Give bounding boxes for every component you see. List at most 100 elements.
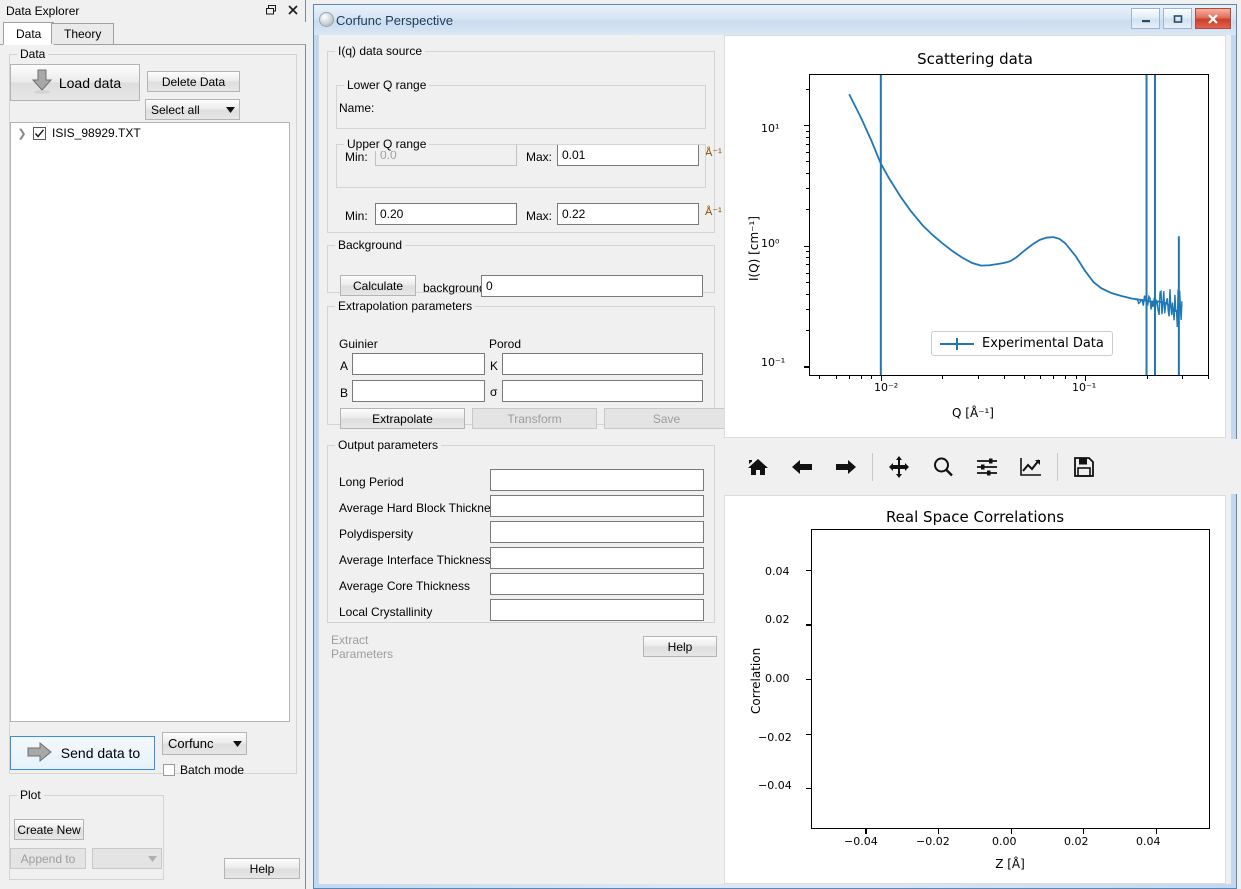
avg-core-thickness-label: Average Core Thickness [339,579,470,593]
y-tick-label: 10⁻¹ [761,356,785,369]
errorbar-marker-icon [940,338,974,350]
file-checkbox[interactable] [33,127,46,140]
upper-q-max-input[interactable]: 0.22 [557,203,699,225]
perspective-combo[interactable]: Corfunc [162,732,247,755]
axis-tick [978,376,979,379]
polydispersity-label: Polydispersity [339,527,413,541]
x-tick-label: 0.04 [1136,835,1161,848]
axis-tick [1156,829,1157,834]
list-item[interactable]: ❯ ISIS_98929.TXT [11,123,289,143]
axis-tick [849,376,850,379]
zoom-magnifier-icon[interactable] [921,447,965,487]
axis-tick [819,376,820,379]
axis-tick [1004,376,1005,379]
upper-q-range-label: Upper Q range [344,137,429,151]
upper-q-min-label: Min: [345,209,368,223]
axis-tick [1085,376,1086,381]
iq-data-source-label: I(q) data source [335,44,425,58]
axis-tick [806,570,811,571]
data-explorer-titlebar: Data Explorer [0,0,305,23]
create-new-button[interactable]: Create New [14,819,84,840]
real-space-correlations-plot[interactable]: Real Space Correlations 0.04 0.02 0.00 −… [724,495,1226,884]
upper-q-min-input[interactable]: 0.20 [375,203,517,225]
save-floppy-icon[interactable] [1062,447,1106,487]
y-tick-label: 10¹ [761,122,779,135]
tab-data[interactable]: Data [3,22,54,45]
axis-tick [1040,376,1041,379]
chevron-down-icon [143,856,161,862]
polydispersity-input[interactable] [490,521,704,543]
batch-mode-row[interactable]: Batch mode [163,763,244,777]
axis-tick [1011,829,1012,834]
guinier-b-label: B [340,386,348,400]
restore-icon[interactable] [264,3,278,17]
back-arrow-icon[interactable] [780,447,824,487]
y-tick-label: 0.00 [765,672,790,685]
matplotlib-toolbar [724,439,1238,494]
corfunc-form-column: I(q) data source Name: Lower Q range Min… [319,35,723,884]
porod-sigma-input[interactable] [502,380,703,402]
data-file-tree[interactable]: ❯ ISIS_98929.TXT [10,122,290,722]
angstrom-inverse-unit: Å⁻¹ [705,146,722,159]
axis-tick [871,376,872,379]
axis-tick [1076,376,1077,379]
data-explorer-help-button[interactable]: Help [224,858,300,879]
toolbar-separator [872,453,873,481]
forward-arrow-icon[interactable] [824,447,868,487]
long-period-label: Long Period [339,475,404,489]
x-tick-label: 10⁻² [874,381,898,394]
porod-k-input[interactable] [502,353,703,375]
edit-curve-icon[interactable] [1009,447,1053,487]
maximize-icon[interactable] [1163,8,1192,29]
x-tick-label: 0.00 [992,835,1017,848]
close-icon[interactable] [286,3,300,17]
home-icon[interactable] [736,447,780,487]
y-tick-label: 10⁰ [761,237,779,250]
tab-theory[interactable]: Theory [51,23,114,44]
background-input[interactable]: 0 [481,275,703,297]
corfunc-titlebar[interactable]: Corfunc Perspective [314,5,1236,35]
axis-tick [942,376,943,379]
local-crystallinity-input[interactable] [490,599,704,621]
porod-label: Porod [489,337,521,351]
data-explorer-title: Data Explorer [6,4,79,18]
load-data-label: Load data [59,75,121,91]
long-period-input[interactable] [490,469,704,491]
avg-hard-block-thickness-input[interactable] [490,495,704,517]
load-data-button[interactable]: Load data [10,64,140,101]
scattering-data-plot[interactable]: Scattering data 10¹ 10⁰ 10⁻¹ 10⁻² 10⁻¹ Q… [724,35,1226,438]
avg-core-thickness-input[interactable] [490,573,704,595]
configure-subplots-icon[interactable] [965,447,1009,487]
avg-hard-block-thickness-label: Average Hard Block Thickness [339,501,503,515]
extrapolate-button[interactable]: Extrapolate [340,408,465,429]
send-data-to-label: Send data to [61,745,140,761]
axis-tick [938,829,939,834]
guinier-b-input[interactable] [352,380,485,402]
minimize-icon[interactable] [1131,8,1160,29]
x-tick-label: −0.04 [844,835,878,848]
porod-sigma-label: σ [490,385,497,399]
calculate-button[interactable]: Calculate [340,275,416,296]
axis-tick [806,144,809,145]
select-all-combo[interactable]: Select all [145,99,240,120]
axis-tick [806,282,809,283]
delete-data-button[interactable]: Delete Data [147,71,240,92]
background-label: background [423,281,486,295]
corfunc-help-button[interactable]: Help [643,636,717,657]
close-icon[interactable] [1195,8,1231,29]
axis-tick [861,376,862,379]
axis-tick [806,89,809,90]
toolbar-separator [1057,453,1058,481]
lower-q-range-group: Lower Q range [336,85,706,129]
chevron-right-icon[interactable]: ❯ [17,127,27,140]
axis-tick [806,137,809,138]
pan-move-icon[interactable] [877,447,921,487]
send-data-to-button[interactable]: Send data to [10,736,155,770]
axis-tick [1147,376,1148,379]
batch-mode-checkbox[interactable] [163,764,175,776]
data-explorer-tabs: Data Theory [0,22,306,45]
scattering-legend: Experimental Data [931,331,1113,356]
axis-tick [806,257,809,258]
guinier-a-input[interactable] [352,353,485,375]
avg-interface-thickness-input[interactable] [490,547,704,569]
